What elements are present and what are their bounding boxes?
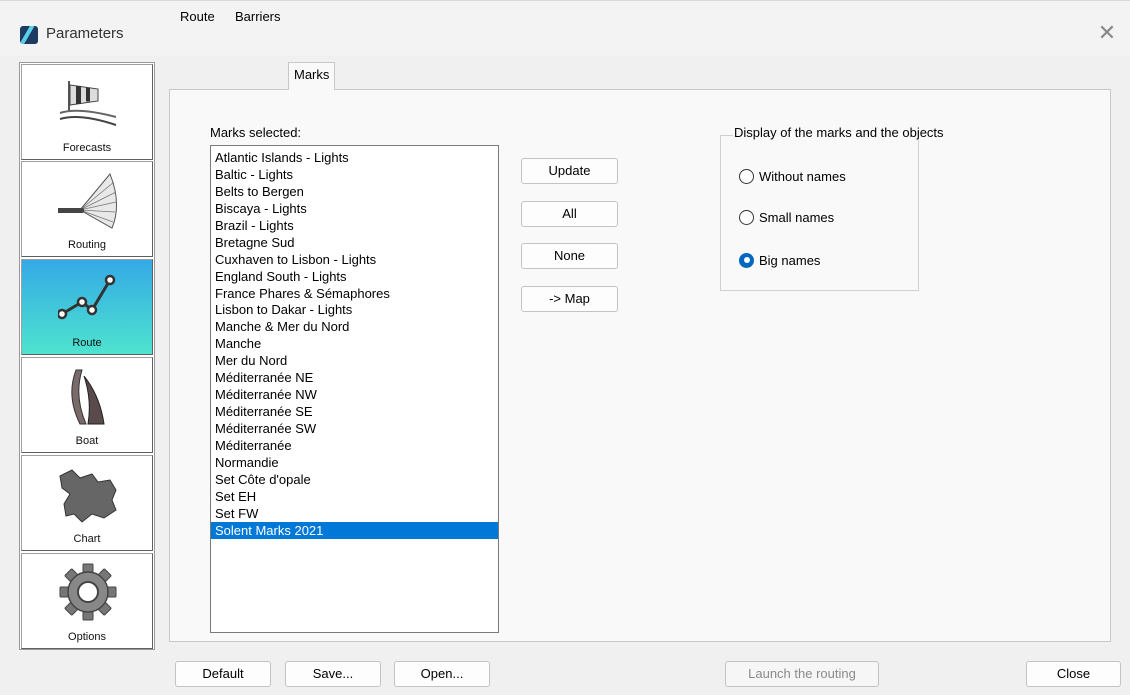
save-button[interactable]: Save...	[285, 661, 381, 687]
radio-big-names[interactable]: Big names	[739, 251, 820, 269]
radio-label: Small names	[759, 209, 835, 225]
sidebar-item-label: Options	[68, 631, 106, 643]
window-close-button[interactable]: ✕	[1092, 19, 1122, 49]
radio-without-names[interactable]: Without names	[739, 167, 846, 185]
windsock-icon	[59, 81, 117, 126]
marks-selected-label: Marks selected:	[210, 125, 302, 140]
list-item[interactable]: Solent Marks 2021	[211, 521, 498, 539]
update-button[interactable]: Update	[521, 158, 618, 184]
tab-route[interactable]: Route	[174, 5, 221, 28]
list-item[interactable]: Belts to Bergen	[211, 183, 498, 200]
routing-fan-icon	[58, 173, 117, 229]
none-button[interactable]: None	[521, 243, 618, 269]
default-button[interactable]: Default	[175, 661, 271, 687]
all-button[interactable]: All	[521, 201, 618, 227]
sidebar-item-label: Route	[72, 337, 102, 349]
sidebar-item-options[interactable]: Options	[21, 553, 153, 649]
sail-icon	[71, 369, 105, 425]
sidebar-item-forecasts[interactable]: Forecasts	[21, 64, 153, 160]
launch-routing-button[interactable]: Launch the routing	[725, 661, 879, 687]
sidebar-item-route[interactable]: Route	[21, 259, 153, 355]
route-path-icon	[58, 274, 116, 320]
list-item[interactable]: Bretagne Sud	[211, 234, 498, 251]
category-sidebar: Forecasts Routing Route Boat Chart Optio…	[19, 62, 155, 650]
sidebar-item-label: Boat	[75, 435, 99, 447]
list-item[interactable]: Set Côte d'opale	[211, 471, 498, 488]
list-item[interactable]: Méditerranée	[211, 437, 498, 454]
list-item[interactable]: Méditerranée NW	[211, 386, 498, 403]
sidebar-item-boat[interactable]: Boat	[21, 357, 153, 453]
gear-icon	[59, 563, 117, 621]
list-item[interactable]: Mer du Nord	[211, 352, 498, 369]
radio-label: Without names	[759, 168, 846, 184]
open-button[interactable]: Open...	[394, 661, 490, 687]
list-item[interactable]: Atlantic Islands - Lights	[211, 149, 498, 166]
radio-button[interactable]	[739, 252, 754, 268]
list-item[interactable]: Méditerranée SW	[211, 420, 498, 437]
sidebar-item-routing[interactable]: Routing	[21, 161, 153, 257]
tab-barriers[interactable]: Barriers	[229, 5, 287, 28]
radio-label: Big names	[759, 252, 821, 268]
list-item[interactable]: Manche & Mer du Nord	[211, 318, 498, 335]
to-map-button[interactable]: -> Map	[521, 286, 618, 312]
sidebar-item-label: Forecasts	[62, 142, 112, 154]
list-item[interactable]: Méditerranée NE	[211, 369, 498, 386]
sidebar-item-chart[interactable]: Chart	[21, 455, 153, 551]
sidebar-item-label: Routing	[68, 239, 106, 251]
map-region-icon	[59, 469, 117, 523]
radio-button[interactable]	[739, 168, 754, 184]
list-item[interactable]: Baltic - Lights	[211, 166, 498, 183]
list-item[interactable]: Set EH	[211, 488, 498, 505]
list-item[interactable]: Méditerranée SE	[211, 403, 498, 420]
tab-marks[interactable]: Marks	[288, 62, 336, 90]
list-item[interactable]: France Phares & Sémaphores	[211, 285, 498, 302]
list-item[interactable]: Biscaya - Lights	[211, 200, 498, 217]
list-item[interactable]: Lisbon to Dakar - Lights	[211, 301, 498, 318]
app-icon	[20, 26, 38, 44]
list-item[interactable]: England South - Lights	[211, 268, 498, 285]
list-item[interactable]: Manche	[211, 335, 498, 352]
radio-small-names[interactable]: Small names	[739, 208, 834, 226]
display-group-title: Display of the marks and the objects	[733, 125, 945, 140]
sidebar-item-label: Chart	[73, 533, 101, 545]
list-item[interactable]: Normandie	[211, 454, 498, 471]
marks-listbox[interactable]: Atlantic Islands - Lights Baltic - Lights…	[210, 145, 499, 633]
list-item[interactable]: Cuxhaven to Lisbon - Lights	[211, 251, 498, 268]
radio-button[interactable]	[739, 209, 754, 225]
window-title: Parameters	[46, 25, 124, 42]
list-item[interactable]: Set FW	[211, 505, 498, 522]
list-item[interactable]: Brazil - Lights	[211, 217, 498, 234]
title-bar: Parameters ✕	[0, 0, 1130, 56]
close-button[interactable]: Close	[1026, 661, 1121, 687]
